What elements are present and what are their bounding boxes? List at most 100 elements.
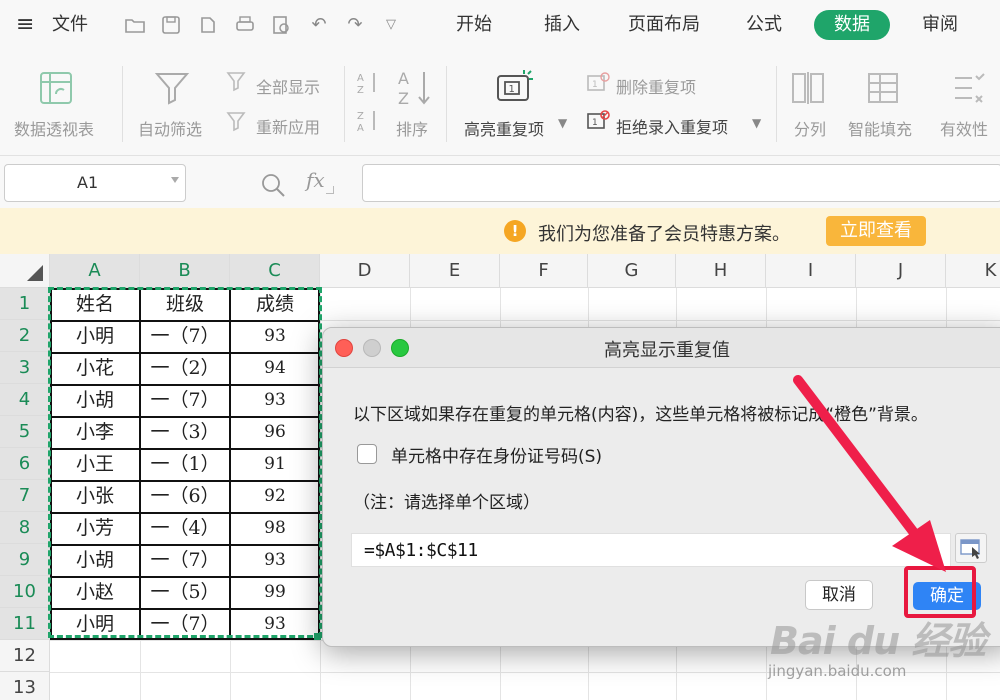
fx-icon[interactable]: fx — [306, 168, 325, 192]
row-header-9[interactable]: 9 — [0, 544, 50, 576]
row-header-4[interactable]: 4 — [0, 384, 50, 416]
dialog-titlebar[interactable]: 高亮显示重复值 — [323, 328, 1000, 368]
column-header-b[interactable]: B — [140, 254, 230, 288]
print-icon[interactable] — [234, 14, 256, 36]
show-all-label[interactable]: 全部显示 — [256, 74, 320, 98]
svg-text:A: A — [398, 69, 409, 88]
row-header-7[interactable]: 7 — [0, 480, 50, 512]
save-icon[interactable] — [160, 14, 182, 36]
column-header-k[interactable]: K — [946, 254, 1000, 288]
ribbon-expand-icon[interactable] — [326, 186, 334, 194]
pivot-table-icon[interactable] — [38, 70, 74, 110]
validity-label[interactable]: 有效性 — [940, 116, 988, 140]
row-header-12[interactable]: 12 — [0, 640, 50, 672]
smart-fill-icon[interactable] — [866, 70, 902, 110]
tab-page-layout[interactable]: 页面布局 — [616, 10, 712, 40]
redo-icon[interactable]: ↷ — [344, 14, 366, 36]
range-value: =$A$1:$C$11 — [364, 540, 478, 561]
row-header-2[interactable]: 2 — [0, 320, 50, 352]
column-header-d[interactable]: D — [320, 254, 410, 288]
print-preview-icon[interactable] — [270, 14, 292, 36]
menu-bar: ≡ 文件 ↶ ↷ ▽ 开始 插入 页面布局 公式 数据 审阅 — [0, 0, 1000, 52]
row-header-6[interactable]: 6 — [0, 448, 50, 480]
tab-data[interactable]: 数据 — [814, 10, 890, 40]
selection-marquee — [48, 287, 322, 638]
ribbon-divider — [776, 66, 777, 142]
filter-icon[interactable] — [154, 70, 190, 110]
range-select-icon[interactable] — [955, 533, 987, 563]
column-header-g[interactable]: G — [588, 254, 676, 288]
column-header-h[interactable]: H — [676, 254, 766, 288]
tab-review[interactable]: 审阅 — [910, 10, 970, 40]
id-number-checkbox-label[interactable]: 单元格中存在身份证号码(S) — [391, 442, 602, 467]
column-header-c[interactable]: C — [230, 254, 320, 288]
delete-duplicates-icon[interactable]: 1 — [586, 72, 610, 98]
ribbon-toolbar: 数据透视表 自动筛选 全部显示 重新应用 AZ ZA AZ 排序 1 高亮重复项… — [0, 52, 1000, 156]
name-box-dropdown-icon[interactable] — [171, 177, 179, 183]
open-folder-icon[interactable] — [124, 14, 146, 36]
column-header-j[interactable]: J — [856, 254, 946, 288]
formula-input[interactable] — [362, 164, 1000, 202]
sort-ascending-icon[interactable]: AZ — [356, 70, 380, 100]
select-all-corner[interactable] — [0, 254, 50, 288]
autofilter-label[interactable]: 自动筛选 — [138, 116, 202, 140]
pivot-table-label[interactable]: 数据透视表 — [14, 116, 94, 140]
undo-icon[interactable]: ↶ — [308, 14, 330, 36]
highlight-duplicates-dialog: 高亮显示重复值 以下区域如果存在重复的单元格(内容)，这些单元格将被标记成“橙色… — [322, 327, 1000, 647]
tab-insert[interactable]: 插入 — [532, 10, 592, 40]
row-header-10[interactable]: 10 — [0, 576, 50, 608]
reject-duplicates-icon[interactable]: 1 — [586, 110, 610, 136]
delete-duplicates-label[interactable]: 删除重复项 — [616, 74, 696, 98]
export-icon[interactable] — [196, 14, 218, 36]
svg-text:Z: Z — [398, 89, 409, 108]
file-menu[interactable]: 文件 — [52, 10, 88, 40]
split-columns-label[interactable]: 分列 — [794, 116, 826, 140]
warning-icon: ! — [504, 220, 526, 242]
name-box[interactable]: A1 — [4, 164, 186, 202]
ok-button-highlight-box — [904, 566, 976, 618]
reapply-label[interactable]: 重新应用 — [256, 114, 320, 138]
dialog-note: （注：请选择单个区域） — [353, 493, 540, 513]
row-header-8[interactable]: 8 — [0, 512, 50, 544]
validity-icon[interactable] — [952, 70, 988, 110]
member-notice-bar: ! 我们为您准备了会员特惠方案。 立即查看 — [0, 208, 1000, 254]
sort-icon[interactable]: AZ — [396, 68, 432, 112]
ribbon-divider — [122, 66, 123, 142]
reapply-filter-icon[interactable] — [226, 110, 250, 136]
split-columns-icon[interactable] — [790, 70, 826, 110]
sort-label[interactable]: 排序 — [396, 116, 428, 140]
tab-home[interactable]: 开始 — [444, 10, 504, 40]
show-all-filter-icon[interactable] — [226, 70, 250, 96]
customize-dropdown-icon[interactable]: ▽ — [380, 14, 402, 36]
reject-duplicates-label[interactable]: 拒绝录入重复项 — [616, 114, 728, 138]
smart-fill-label[interactable]: 智能填充 — [848, 116, 912, 140]
highlight-duplicates-label[interactable]: 高亮重复项 — [464, 116, 544, 140]
cell-reference: A1 — [77, 173, 99, 192]
view-now-button[interactable]: 立即查看 — [826, 216, 926, 246]
cancel-button[interactable]: 取消 — [805, 580, 873, 610]
row-header-11[interactable]: 11 — [0, 608, 50, 640]
row-header-1[interactable]: 1 — [0, 288, 50, 320]
formula-bar: A1 fx — [0, 156, 1000, 208]
gridline — [50, 672, 1000, 673]
svg-text:1: 1 — [592, 118, 598, 128]
id-number-checkbox[interactable] — [357, 444, 377, 464]
column-header-a[interactable]: A — [50, 254, 140, 288]
sort-descending-icon[interactable]: ZA — [356, 108, 380, 138]
row-header-5[interactable]: 5 — [0, 416, 50, 448]
hamburger-menu-icon[interactable]: ≡ — [16, 10, 34, 40]
column-header-i[interactable]: I — [766, 254, 856, 288]
tab-formulas[interactable]: 公式 — [736, 10, 792, 40]
row-header-3[interactable]: 3 — [0, 352, 50, 384]
highlight-duplicates-icon[interactable]: 1 — [494, 68, 534, 112]
highlight-duplicates-dropdown-icon[interactable]: ▼ — [558, 116, 567, 130]
table-border — [50, 638, 320, 640]
column-header-f[interactable]: F — [500, 254, 588, 288]
zoom-search-icon[interactable] — [260, 172, 286, 198]
row-header-13[interactable]: 13 — [0, 672, 50, 700]
ribbon-divider — [344, 66, 345, 142]
range-input[interactable]: =$A$1:$C$11 — [351, 533, 951, 567]
reject-duplicates-dropdown-icon[interactable]: ▼ — [752, 116, 761, 130]
column-header-e[interactable]: E — [410, 254, 500, 288]
fill-handle[interactable] — [314, 633, 321, 640]
